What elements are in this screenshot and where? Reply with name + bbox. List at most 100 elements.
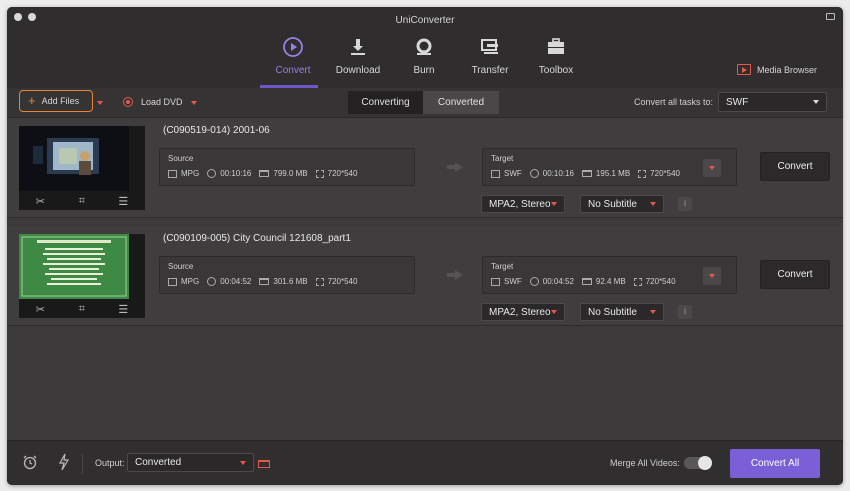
tab-burn[interactable]: Burn xyxy=(392,35,456,76)
video-thumbnail[interactable]: ✂ ⌗ ☰ xyxy=(19,126,145,210)
target-format-dropdown[interactable] xyxy=(703,267,721,285)
tab-toolbox-label: Toolbox xyxy=(538,65,574,76)
source-label: Source xyxy=(168,154,194,163)
tab-toolbox[interactable]: Toolbox xyxy=(524,35,588,76)
subtitle-value: No Subtitle xyxy=(588,306,637,318)
folder-icon xyxy=(259,278,270,285)
cut-icon[interactable]: ✂ xyxy=(36,195,45,208)
tab-burn-label: Burn xyxy=(413,65,435,76)
open-folder-icon[interactable] xyxy=(258,460,270,468)
output-folder-value: Converted xyxy=(135,457,182,468)
add-files-button[interactable]: + Add Files xyxy=(19,90,93,112)
divider xyxy=(82,454,83,474)
source-label: Source xyxy=(168,262,194,271)
source-format: MPG xyxy=(181,277,200,286)
task-row: ✂ ⌗ ☰ (C090519-014) 2001-06 Source MPG 0… xyxy=(7,118,843,218)
tab-converting[interactable]: Converting xyxy=(348,91,423,114)
load-dvd-button[interactable]: Load DVD xyxy=(123,97,183,107)
source-meta: MPG 00:10:16 799.0 MB 720*540 xyxy=(168,169,365,178)
source-size: 301.6 MB xyxy=(273,277,308,286)
target-info-panel: Target SWF 00:04:52 92.4 MB 720*540 xyxy=(482,256,737,294)
adjust-icon[interactable]: ☰ xyxy=(118,195,128,208)
format-icon xyxy=(168,277,177,286)
target-meta: SWF 00:04:52 92.4 MB 720*540 xyxy=(491,277,684,286)
video-thumbnail[interactable]: ✂ ⌗ ☰ xyxy=(19,234,145,318)
clock-icon xyxy=(529,277,539,286)
subtitle-value: No Subtitle xyxy=(588,198,637,210)
crop-icon[interactable]: ⌗ xyxy=(79,195,85,208)
chevron-down-icon xyxy=(551,310,557,314)
crop-icon[interactable]: ⌗ xyxy=(79,303,85,316)
folder-icon xyxy=(259,170,270,177)
convert-all-button[interactable]: Convert All xyxy=(730,449,820,478)
alarm-clock-icon[interactable] xyxy=(22,454,38,470)
feedback-icon[interactable] xyxy=(826,13,835,20)
clock-icon xyxy=(207,277,217,286)
task-toolbar: + Add Files Load DVD Converting Converte… xyxy=(7,88,843,118)
target-format-dropdown[interactable] xyxy=(703,159,721,177)
target-info-panel: Target SWF 00:10:16 195.1 MB 720*540 xyxy=(482,148,737,186)
tab-convert[interactable]: Convert xyxy=(261,35,325,76)
media-browser-button[interactable]: Media Browser xyxy=(736,64,817,75)
source-format: MPG xyxy=(181,169,200,178)
merge-all-label: Merge All Videos: xyxy=(610,458,680,468)
thumbnail-tools: ✂ ⌗ ☰ xyxy=(19,300,145,318)
converting-converted-switch: Converting Converted xyxy=(348,91,499,114)
tab-download[interactable]: Download xyxy=(326,35,390,76)
merge-all-toggle[interactable] xyxy=(684,456,712,470)
add-files-dropdown-icon[interactable] xyxy=(97,101,103,105)
subtitle-select[interactable]: No Subtitle xyxy=(580,303,664,321)
transfer-icon xyxy=(481,39,498,54)
convert-all-format-select[interactable]: SWF xyxy=(718,92,827,112)
chevron-down-icon xyxy=(551,202,557,206)
audio-track-select[interactable]: MPA2, Stereo xyxy=(481,195,565,213)
dvd-icon xyxy=(123,97,133,107)
clock-icon xyxy=(529,169,539,178)
audio-track-value: MPA2, Stereo xyxy=(489,306,551,318)
thumbnail-tools: ✂ ⌗ ☰ xyxy=(19,192,145,210)
convert-button[interactable]: Convert xyxy=(760,260,830,289)
output-folder-select[interactable]: Converted xyxy=(127,453,254,472)
cut-icon[interactable]: ✂ xyxy=(36,303,45,316)
target-resolution: 720*540 xyxy=(650,169,680,178)
adjust-icon[interactable]: ☰ xyxy=(118,303,128,316)
media-browser-label: Media Browser xyxy=(756,64,817,75)
source-resolution: 720*540 xyxy=(327,277,358,286)
source-info-panel: Source MPG 00:10:16 799.0 MB 720*540 xyxy=(159,148,415,186)
resolution-icon xyxy=(638,169,647,178)
window-title: UniConverter xyxy=(395,15,455,26)
audio-track-select[interactable]: MPA2, Stereo xyxy=(481,303,565,321)
chevron-down-icon xyxy=(813,100,819,104)
thumbnail-image xyxy=(19,126,129,191)
source-duration: 00:10:16 xyxy=(220,169,252,178)
subtitle-select[interactable]: No Subtitle xyxy=(580,195,664,213)
task-row: ✂ ⌗ ☰ (C090109-005) City Council 121608_… xyxy=(7,226,843,326)
info-button[interactable]: i xyxy=(678,305,692,319)
target-size: 195.1 MB xyxy=(595,169,631,178)
target-label: Target xyxy=(491,154,514,163)
bottom-bar: Output: Converted Merge All Videos: Conv… xyxy=(7,440,843,485)
convert-button[interactable]: Convert xyxy=(760,152,830,181)
download-icon xyxy=(351,39,365,55)
add-icon: + xyxy=(28,93,36,108)
chevron-down-icon xyxy=(650,202,656,206)
source-meta: MPG 00:04:52 301.6 MB 720*540 xyxy=(168,277,365,286)
media-browser-icon xyxy=(736,64,751,75)
info-button[interactable]: i xyxy=(678,197,692,211)
lightning-icon[interactable] xyxy=(58,453,70,471)
arrow-right-icon xyxy=(447,270,463,280)
convert-all-label: Convert all tasks to: xyxy=(634,97,714,107)
format-icon xyxy=(491,169,500,178)
tab-converted[interactable]: Converted xyxy=(423,91,499,114)
top-toolbar: UniConverter Convert Download Burn Trans… xyxy=(7,7,843,88)
clock-icon xyxy=(207,169,217,178)
tab-transfer[interactable]: Transfer xyxy=(458,35,522,76)
load-dvd-dropdown-icon[interactable] xyxy=(191,101,197,105)
target-format: SWF xyxy=(504,169,522,178)
target-size: 92.4 MB xyxy=(595,277,626,286)
target-label: Target xyxy=(491,262,514,271)
folder-icon xyxy=(581,278,592,285)
tab-download-label: Download xyxy=(335,65,381,76)
format-icon xyxy=(491,277,500,286)
source-duration: 00:04:52 xyxy=(220,277,252,286)
